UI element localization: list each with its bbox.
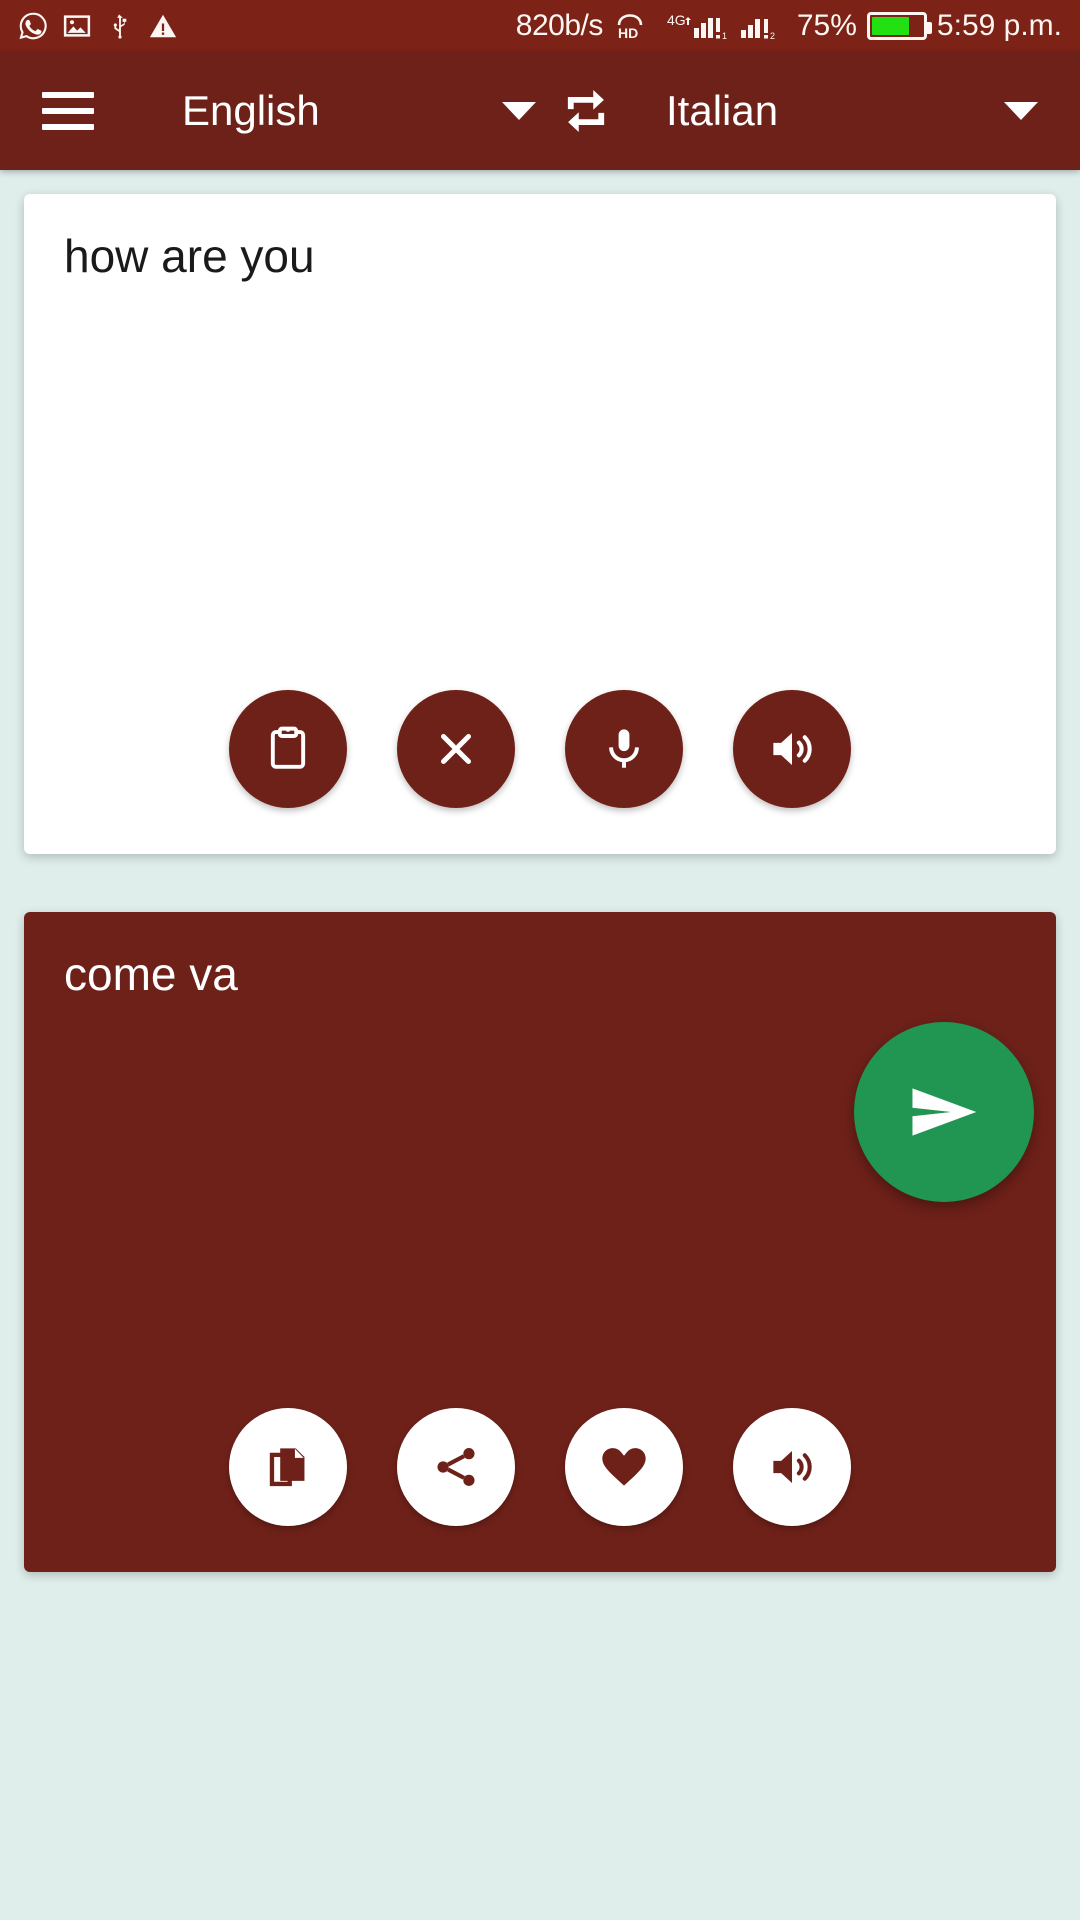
translated-actions-row: [64, 1408, 1016, 1572]
voice-input-button[interactable]: [565, 690, 683, 808]
share-nodes-icon: [437, 1448, 475, 1486]
speaker-icon: [773, 1450, 812, 1484]
swap-languages-icon: [567, 89, 605, 133]
swap-languages-button[interactable]: [554, 79, 618, 143]
image-icon: [62, 11, 92, 41]
send-translate-button[interactable]: [854, 1022, 1034, 1202]
signal-icon-2: 2: [739, 10, 787, 42]
battery-percent-label: 75%: [796, 9, 857, 42]
status-bar-right-cluster: 820b/s HD 4G 1 2 75% 5:59 p.m.: [516, 9, 1062, 43]
heart-icon: [602, 1448, 646, 1486]
svg-text:1: 1: [722, 31, 727, 41]
app-bar: English Italian: [0, 52, 1080, 170]
send-paper-plane-icon: [912, 1088, 977, 1136]
whatsapp-icon: [18, 11, 48, 41]
hamburger-menu-icon[interactable]: [42, 92, 94, 130]
main-content: how are you come va: [0, 170, 1080, 1920]
clipboard-icon: [270, 726, 306, 769]
paste-button[interactable]: [229, 690, 347, 808]
favorite-button[interactable]: [565, 1408, 683, 1526]
translated-text-card: come va: [24, 912, 1056, 1572]
close-x-icon: [441, 734, 471, 764]
target-language-selector[interactable]: Italian: [618, 87, 1038, 135]
source-actions-row: [64, 690, 1016, 854]
copy-button[interactable]: [229, 1408, 347, 1526]
svg-text:2: 2: [770, 31, 775, 41]
status-bar: 820b/s HD 4G 1 2 75% 5:59 p.m.: [0, 0, 1080, 52]
speak-target-button[interactable]: [733, 1408, 851, 1526]
svg-text:HD: HD: [618, 25, 638, 41]
source-text-card: how are you: [24, 194, 1056, 854]
chevron-down-icon: [1004, 102, 1038, 120]
svg-text:4G: 4G: [667, 12, 686, 28]
status-bar-left-icons: [18, 11, 178, 41]
source-text-input[interactable]: how are you: [64, 228, 1016, 690]
battery-icon: [866, 12, 932, 40]
speak-source-button[interactable]: [733, 690, 851, 808]
target-language-label: Italian: [666, 87, 779, 134]
hd-call-icon: HD: [613, 10, 657, 42]
signal-4g-icon-1: 4G 1: [667, 10, 729, 42]
chevron-down-icon: [502, 102, 536, 120]
speaker-icon: [773, 732, 812, 766]
microphone-icon: [609, 729, 639, 768]
clock-label: 5:59 p.m.: [936, 9, 1062, 42]
translated-text: come va: [64, 948, 238, 1000]
network-speed-label: 820b/s: [515, 9, 604, 42]
clear-button[interactable]: [397, 690, 515, 808]
source-language-selector[interactable]: English: [94, 87, 554, 135]
copy-documents-icon: [269, 1448, 305, 1487]
share-button[interactable]: [397, 1408, 515, 1526]
warning-icon: [148, 11, 178, 41]
source-language-label: English: [182, 87, 320, 134]
usb-icon: [106, 11, 134, 41]
